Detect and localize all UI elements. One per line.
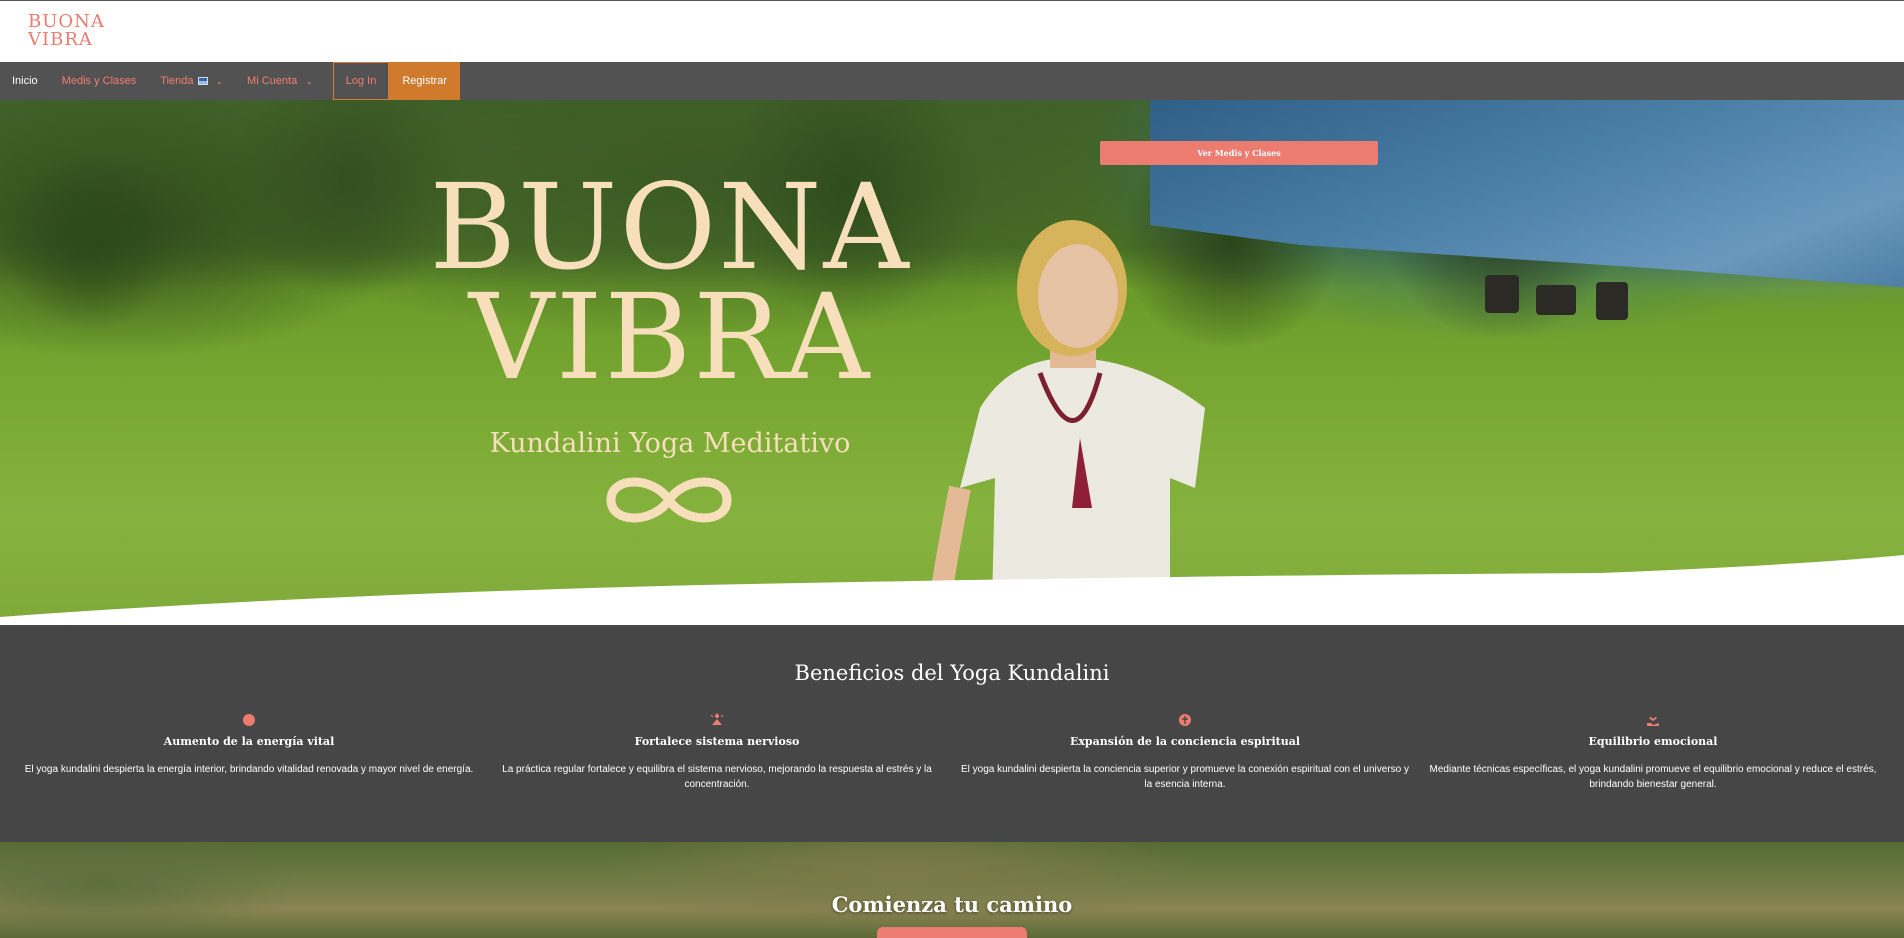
benefits-title: Beneficios del Yoga Kundalini: [794, 661, 1110, 685]
meditation-icon: [710, 713, 724, 725]
nav-item-tienda[interactable]: Tienda ⌄: [148, 62, 235, 100]
logo-line-2: VIBRA: [28, 29, 93, 50]
benefit-card: Equilibrio emocional Mediante técnicas e…: [1428, 713, 1878, 792]
login-button[interactable]: Log In: [332, 62, 390, 100]
comienza-button[interactable]: [877, 927, 1027, 938]
nav-item-label: Mi Cuenta: [247, 75, 298, 87]
benefit-card: Fortalece sistema nervioso La práctica r…: [492, 713, 942, 792]
site-logo[interactable]: BUONA VIBRA: [28, 13, 108, 53]
benefit-card: Expansión de la conciencia espiritual El…: [960, 713, 1410, 792]
benefit-text: El yoga kundalini despierta la energía i…: [24, 764, 474, 775]
site-header: BUONA VIBRA: [0, 0, 1904, 62]
main-nav: Inicio Medis y Clases Tienda ⌄ Mi Cuenta…: [0, 62, 1904, 100]
spirit-icon: [1179, 714, 1191, 726]
nav-item-label: Medis y Clases: [61, 75, 137, 87]
hero-title: BUONA VIBRA: [410, 158, 930, 406]
nav-item-label: Tienda: [160, 75, 194, 87]
chevron-down-icon: ⌄: [215, 75, 224, 86]
chevron-down-icon: ⌄: [305, 75, 313, 86]
login-label: Log In: [345, 75, 377, 87]
hero-title-line-1: BUONA: [429, 158, 911, 296]
nav-item-inicio[interactable]: Inicio: [0, 62, 50, 100]
benefit-title: Aumento de la energía vital: [163, 735, 335, 748]
flag-icon: [197, 77, 208, 85]
hero-section: BUONA VIBRA Kundalini Yoga Meditativo Ve…: [0, 100, 1904, 625]
hero-title-line-2: VIBRA: [468, 268, 872, 406]
nav-item-label: Inicio: [12, 75, 38, 87]
hero-wave-divider: [0, 555, 1904, 625]
register-label: Registrar: [402, 75, 447, 87]
tree-stump: [1485, 275, 1519, 313]
hero-subtitle: Kundalini Yoga Meditativo: [489, 428, 851, 459]
infinity-icon: [606, 477, 732, 523]
comienza-section: Comienza tu camino: [0, 842, 1904, 938]
benefit-text: Mediante técnicas específicas, el yoga k…: [1429, 764, 1877, 790]
benefit-text: La práctica regular fortalece y equilibr…: [502, 764, 932, 790]
benefit-title: Fortalece sistema nervioso: [634, 735, 800, 748]
benefit-title: Expansión de la conciencia espiritual: [1069, 735, 1301, 748]
benefit-text: El yoga kundalini despierta la concienci…: [960, 764, 1410, 790]
benefit-card: Aumento de la energía vital El yoga kund…: [24, 713, 474, 777]
comienza-title: Comienza tu camino: [831, 892, 1073, 917]
benefit-title: Equilibrio emocional: [1588, 735, 1718, 748]
ver-medis-y-clases-button[interactable]: Ver Medis y Clases: [1100, 141, 1378, 165]
nav-item-medis-y-clases[interactable]: Medis y Clases: [50, 62, 149, 100]
benefits-section: Beneficios del Yoga Kundalini Aumento de…: [0, 625, 1904, 842]
nav-item-mi-cuenta[interactable]: Mi Cuenta ⌄: [235, 62, 325, 100]
register-button[interactable]: Registrar: [389, 62, 460, 100]
tree-stump: [1596, 282, 1628, 320]
hand-heart-icon: [1647, 717, 1659, 726]
sun-icon: [243, 714, 255, 726]
tree-stump: [1536, 285, 1576, 315]
